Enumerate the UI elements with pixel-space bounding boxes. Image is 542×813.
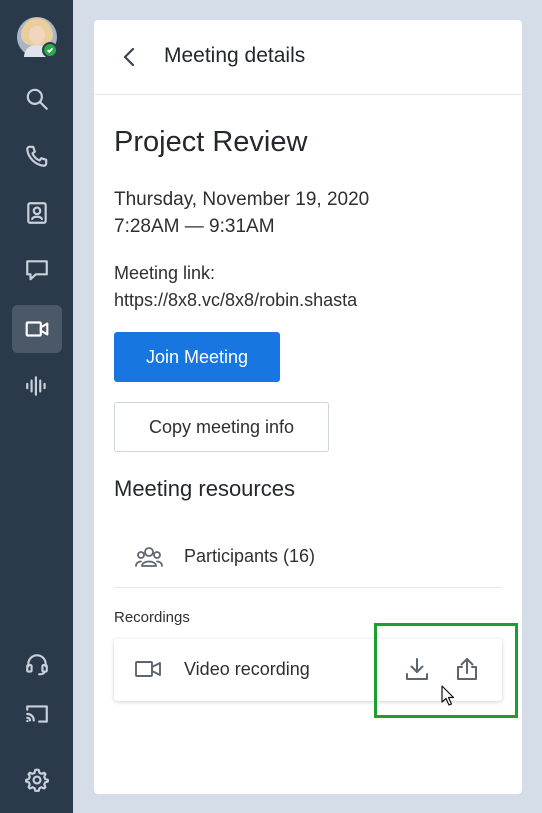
sidebar-item-cast[interactable] bbox=[12, 690, 62, 738]
meeting-link-label: Meeting link: bbox=[114, 263, 216, 283]
video-recording-label: Video recording bbox=[184, 659, 310, 679]
sidebar-item-meetings[interactable] bbox=[12, 305, 62, 353]
panel-header: Meeting details bbox=[94, 20, 522, 95]
copy-meeting-info-button[interactable]: Copy meeting info bbox=[114, 402, 329, 452]
meeting-date: Thursday, November 19, 2020 bbox=[114, 189, 370, 210]
headset-icon bbox=[26, 654, 48, 676]
participants-label: Participants (16) bbox=[184, 546, 316, 566]
mouse-pointer-icon bbox=[441, 685, 455, 706]
search-icon bbox=[26, 88, 48, 110]
meeting-resources-heading: Meeting resources bbox=[114, 476, 295, 501]
participants-icon bbox=[134, 544, 164, 572]
sidebar-item-settings[interactable] bbox=[12, 756, 62, 804]
video-icon bbox=[25, 321, 49, 337]
page-title: Meeting details bbox=[164, 44, 306, 67]
status-online-badge bbox=[42, 42, 58, 58]
sidebar-item-messages[interactable] bbox=[12, 246, 62, 294]
sidebar-item-support[interactable] bbox=[12, 640, 62, 688]
sidebar-item-voicemail[interactable] bbox=[12, 362, 62, 410]
chevron-left-icon bbox=[123, 47, 135, 67]
contacts-icon bbox=[27, 202, 47, 224]
video-recording-icon bbox=[134, 657, 162, 686]
gear-icon bbox=[25, 768, 49, 792]
chat-icon bbox=[26, 260, 48, 281]
meeting-link-url[interactable]: https://8x8.vc/8x8/robin.shasta bbox=[114, 287, 357, 314]
participants-row[interactable]: Participants (16) bbox=[114, 530, 502, 588]
sidebar-item-search[interactable] bbox=[12, 75, 62, 123]
recordings-section-label: Recordings bbox=[114, 609, 190, 626]
cast-icon bbox=[26, 705, 48, 723]
join-meeting-button[interactable]: Join Meeting bbox=[114, 332, 280, 382]
sidebar-rail bbox=[0, 0, 73, 813]
back-button[interactable] bbox=[116, 44, 142, 70]
sidebar-item-contacts[interactable] bbox=[12, 189, 62, 237]
meeting-time: 7:28AM — 9:31AM bbox=[114, 216, 275, 237]
voicemail-icon bbox=[26, 376, 46, 396]
sidebar-item-calls[interactable] bbox=[12, 132, 62, 180]
meeting-title: Project Review bbox=[114, 126, 308, 158]
phone-icon bbox=[26, 145, 48, 167]
